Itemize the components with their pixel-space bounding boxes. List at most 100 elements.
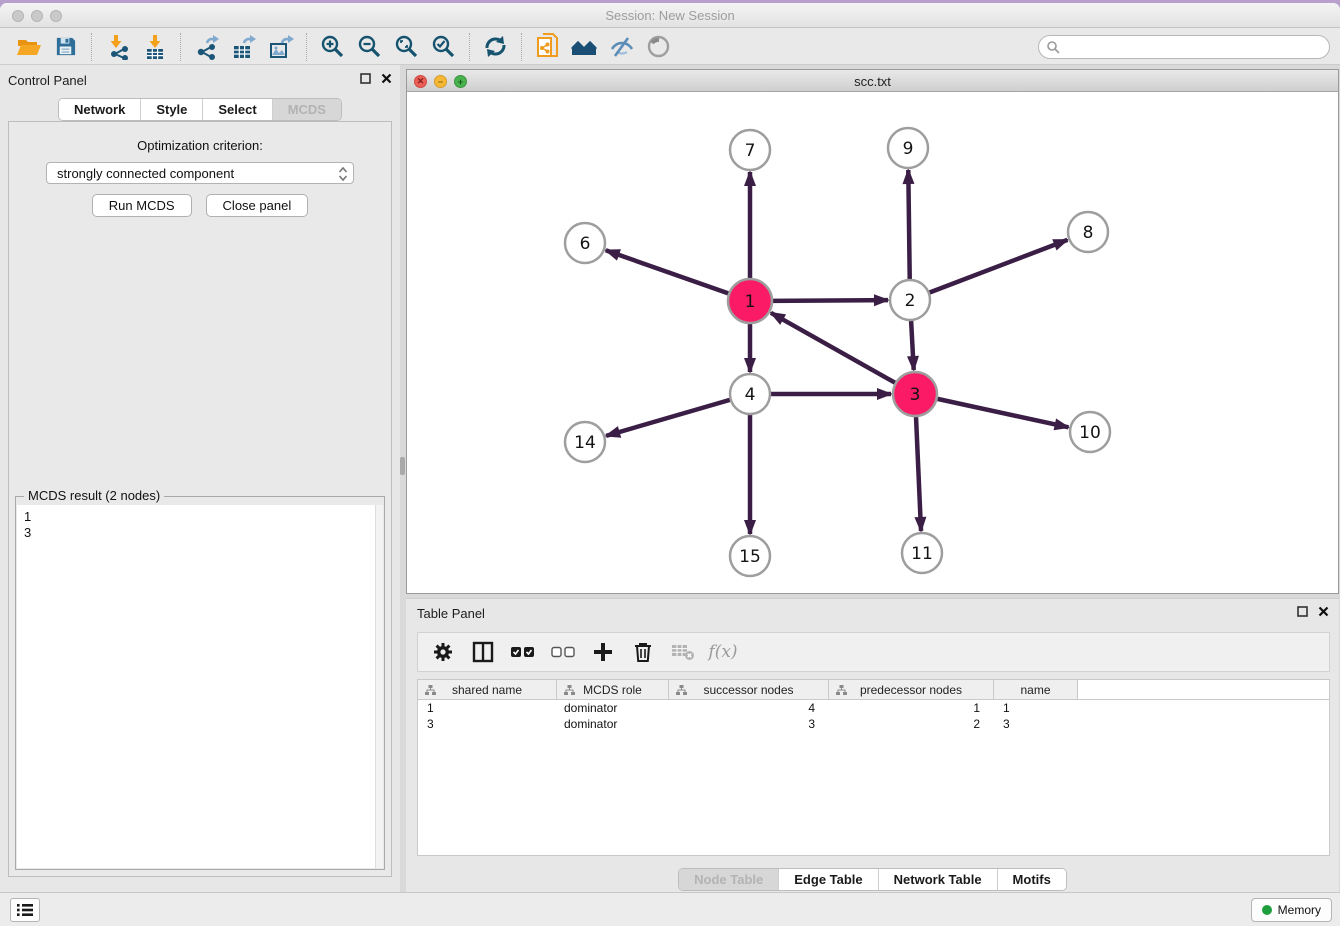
tab-style[interactable]: Style <box>140 99 202 120</box>
graph-node-label-15: 15 <box>739 547 761 567</box>
edge-2-3[interactable] <box>911 321 914 370</box>
function-icon: f(x) <box>708 642 737 662</box>
table-cell: 3 <box>418 717 557 731</box>
tab-mcds[interactable]: MCDS <box>272 99 341 120</box>
close-panel-icon[interactable] <box>1318 606 1329 617</box>
mcds-result-area: 1 3 <box>17 505 383 868</box>
table-toolbar: f(x) <box>417 632 1330 672</box>
show-log-button[interactable] <box>10 898 40 922</box>
zoom-out-button[interactable] <box>351 32 388 62</box>
run-mcds-button[interactable]: Run MCDS <box>92 194 192 217</box>
title-bar: Session: New Session <box>0 3 1340 28</box>
hierarchy-icon <box>676 685 687 699</box>
export-table-icon <box>231 34 257 60</box>
first-neighbors-button[interactable] <box>566 32 603 62</box>
edge-3-10[interactable] <box>937 399 1068 427</box>
node-table: shared name MCDS role successor nodes pr… <box>417 679 1330 856</box>
zoom-in-button[interactable] <box>314 32 351 62</box>
app-window: Session: New Session <box>0 3 1340 926</box>
create-column-button[interactable] <box>588 637 618 667</box>
edge-2-8[interactable] <box>930 240 1068 293</box>
column-header-predecessor-nodes[interactable]: predecessor nodes <box>829 680 994 699</box>
result-scrollbar[interactable] <box>375 505 383 868</box>
delete-table-button[interactable] <box>668 637 698 667</box>
table-row[interactable]: 3dominator323 <box>418 716 1329 732</box>
column-label: shared name <box>452 683 522 697</box>
graph-node-label-11: 11 <box>911 544 933 564</box>
save-session-button[interactable] <box>47 32 84 62</box>
eye-circle-icon <box>646 34 671 59</box>
columns-icon <box>472 641 494 663</box>
dropdown-stepper-icon <box>337 166 349 185</box>
edge-3-11[interactable] <box>916 417 921 531</box>
export-image-button[interactable] <box>262 32 299 62</box>
tab-motifs[interactable]: Motifs <box>997 869 1066 890</box>
deselect-all-columns-button[interactable] <box>548 637 578 667</box>
export-network-button[interactable] <box>188 32 225 62</box>
import-table-button[interactable] <box>136 32 173 62</box>
float-panel-icon[interactable] <box>1297 606 1308 617</box>
header-filler <box>1078 680 1329 699</box>
vertical-split-handle[interactable] <box>400 457 405 475</box>
delete-table-icon <box>671 643 695 661</box>
close-panel-icon[interactable] <box>381 73 392 84</box>
close-panel-button[interactable]: Close panel <box>206 194 309 217</box>
table-settings-button[interactable] <box>428 637 458 667</box>
delete-column-button[interactable] <box>628 637 658 667</box>
dropdown-value: strongly connected component <box>57 166 234 181</box>
gear-icon <box>432 641 454 663</box>
mcds-result-title: MCDS result (2 nodes) <box>24 488 164 503</box>
show-columns-button[interactable] <box>468 637 498 667</box>
hide-eye-slash-icon <box>609 35 635 59</box>
control-panel: Control Panel Network Style Select MCDS … <box>0 65 400 892</box>
graph-node-label-10: 10 <box>1079 423 1101 443</box>
column-header-mcds-role[interactable]: MCDS role <box>557 680 669 699</box>
optimization-criterion-select[interactable]: strongly connected component <box>46 162 354 184</box>
edge-2-9[interactable] <box>908 170 909 279</box>
open-session-button[interactable] <box>10 32 47 62</box>
table-panel-title: Table Panel <box>417 606 485 621</box>
column-header-shared-name[interactable]: shared name <box>418 680 557 699</box>
export-table-button[interactable] <box>225 32 262 62</box>
network-window-titlebar[interactable]: ✕ − + scc.txt <box>407 70 1338 92</box>
control-panel-tabs: Network Style Select MCDS <box>0 98 400 121</box>
select-all-columns-button[interactable] <box>508 637 538 667</box>
tab-select[interactable]: Select <box>202 99 271 120</box>
tab-edge-table[interactable]: Edge Table <box>778 869 877 890</box>
table-cell: dominator <box>557 717 669 731</box>
search-input[interactable] <box>1038 35 1330 59</box>
list-icon <box>17 903 33 917</box>
import-network-button[interactable] <box>99 32 136 62</box>
graph-node-label-1: 1 <box>745 292 756 312</box>
float-panel-icon[interactable] <box>360 73 371 84</box>
tab-node-table[interactable]: Node Table <box>679 869 778 890</box>
column-label: name <box>1020 683 1050 697</box>
edge-1-2[interactable] <box>773 300 888 301</box>
graph-node-label-9: 9 <box>903 139 914 159</box>
column-header-successor-nodes[interactable]: successor nodes <box>669 680 829 699</box>
tab-network[interactable]: Network <box>59 99 140 120</box>
memory-button[interactable]: Memory <box>1251 898 1332 922</box>
zoom-fit-icon <box>394 34 419 59</box>
zoom-selected-button[interactable] <box>425 32 462 62</box>
apply-layout-button[interactable] <box>477 32 514 62</box>
function-builder-button[interactable]: f(x) <box>708 637 738 667</box>
main-area: Control Panel Network Style Select MCDS … <box>0 65 1340 892</box>
show-graphics-button[interactable] <box>640 32 677 62</box>
edge-4-14[interactable] <box>606 400 730 436</box>
edge-3-1[interactable] <box>771 313 895 383</box>
zoom-fit-button[interactable] <box>388 32 425 62</box>
mcds-result-text: 1 3 <box>17 505 375 868</box>
memory-status-icon <box>1262 905 1272 915</box>
table-tabs: Node Table Edge Table Network Table Moti… <box>406 868 1339 891</box>
table-row[interactable]: 1dominator411 <box>418 700 1329 716</box>
clone-network-button[interactable] <box>529 32 566 62</box>
toolbar-separator <box>521 33 522 61</box>
hide-selected-button[interactable] <box>603 32 640 62</box>
network-canvas[interactable]: 7968124314101511 <box>407 92 1338 593</box>
edge-1-6[interactable] <box>606 250 729 293</box>
column-label: predecessor nodes <box>860 683 962 697</box>
home-icon <box>571 35 599 59</box>
column-header-name[interactable]: name <box>994 680 1078 699</box>
tab-network-table[interactable]: Network Table <box>878 869 997 890</box>
